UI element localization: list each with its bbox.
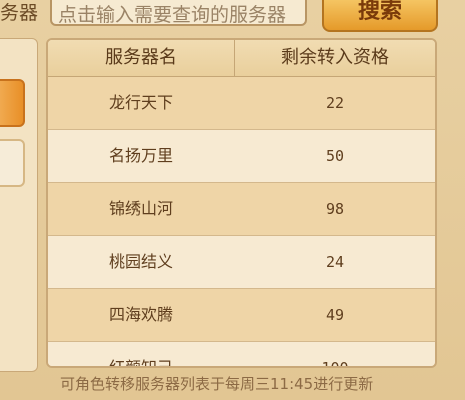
server-name-cell: 锦绣山河 — [108, 199, 173, 218]
remaining-slots-cell: 24 — [325, 253, 345, 271]
table-row[interactable]: 龙行天下 22 — [48, 77, 435, 130]
table-row[interactable]: 名扬万里 50 — [48, 130, 435, 183]
remaining-slots-cell: 22 — [325, 94, 345, 112]
remaining-slots-cell: 100 — [321, 359, 349, 368]
table-row[interactable]: 四海欢腾 49 — [48, 289, 435, 342]
server-name-cell: 桃园结义 — [108, 252, 173, 271]
column-header-remaining-slots: 剩余转入资格 — [281, 47, 389, 68]
remaining-slots-cell: 49 — [325, 306, 345, 324]
remaining-slots-cell: 98 — [325, 200, 345, 218]
table-row[interactable]: 红颜知己 100 — [48, 342, 435, 368]
server-table: 服务器名 剩余转入资格 龙行天下 22 名扬万里 50 锦绣山河 98 桃园结义… — [46, 38, 437, 368]
server-search-input[interactable]: 点击输入需要查询的服务器 — [50, 0, 307, 26]
sidebar-tab[interactable] — [0, 139, 25, 187]
table-row[interactable]: 锦绣山河 98 — [48, 183, 435, 236]
server-name-cell: 名扬万里 — [108, 146, 173, 165]
column-header-server-name: 服务器名 — [48, 40, 235, 76]
update-schedule-note: 可角色转移服务器列表于每周三11:45进行更新 — [60, 375, 374, 393]
server-name-cell: 龙行天下 — [108, 93, 173, 112]
category-sidebar — [0, 38, 38, 372]
server-name-cell: 红颜知己 — [108, 358, 173, 368]
table-row[interactable]: 桃园结义 24 — [48, 236, 435, 289]
server-section-label: 务器 — [0, 2, 39, 24]
table-header: 服务器名 剩余转入资格 — [48, 40, 435, 77]
remaining-slots-cell: 50 — [325, 147, 345, 165]
search-button[interactable]: 搜索 — [322, 0, 438, 32]
sidebar-tab-active[interactable] — [0, 79, 25, 127]
server-name-cell: 四海欢腾 — [108, 305, 173, 324]
